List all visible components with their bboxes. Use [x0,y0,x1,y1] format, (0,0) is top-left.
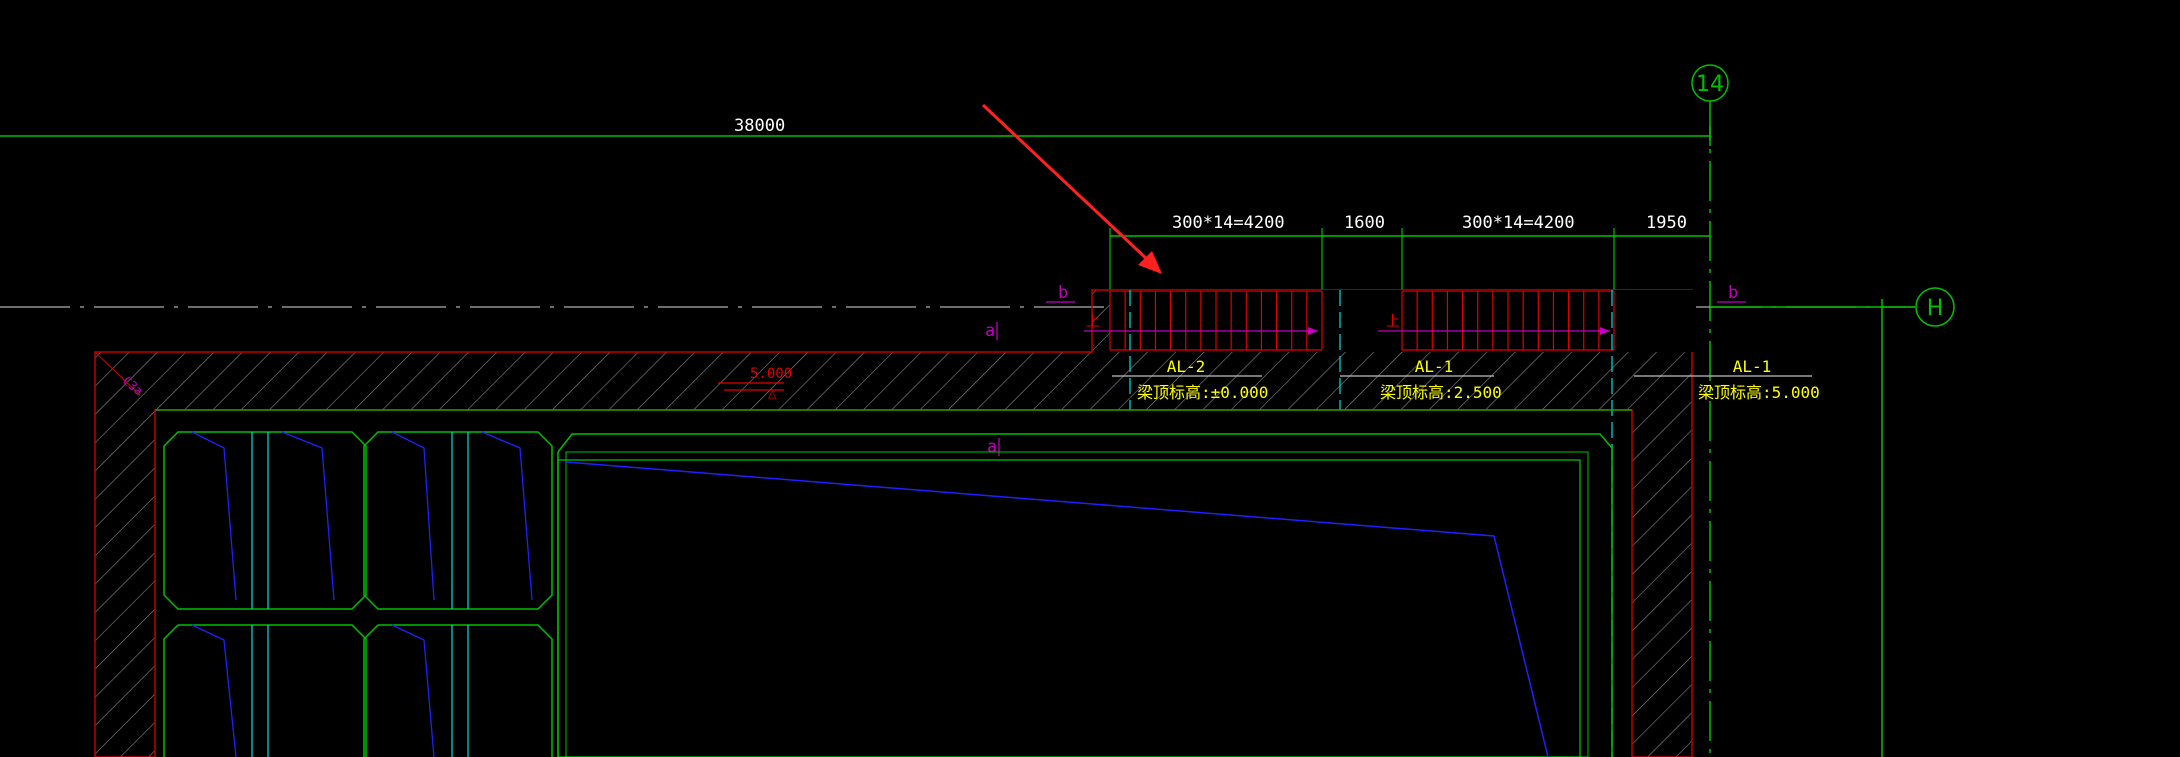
section-mark-a-top: a [985,321,995,341]
beam-elevation-1: 梁顶标高:±0.000 [1137,383,1268,402]
segment-dim-4: 1950 [1646,213,1687,233]
level-value: 5.000 [750,366,792,382]
stair-up-mark-2: 上 [1386,314,1400,330]
section-mark-b-left: b [1058,283,1068,303]
section-mark-a-inner: a [987,437,997,457]
beam-name-1: AL-2 [1167,357,1206,376]
beam-name-2: AL-1 [1415,357,1454,376]
beam-elevation-3: 梁顶标高:5.000 [1698,383,1820,402]
overall-dimension: 38000 [0,116,1711,146]
stair-up-mark-1: 上 [1086,314,1100,330]
beam-name-3: AL-1 [1733,357,1772,376]
beam-elevation-2: 梁顶标高:2.500 [1380,383,1502,402]
grid-axis-14[interactable]: 14 [1691,64,1729,757]
segment-dimensions: 300*14=4200 1600 300*14=4200 1950 [1109,213,1710,290]
inner-structure[interactable] [155,409,1632,757]
section-mark-b-right: b [1728,283,1738,303]
segment-dim-1: 300*14=4200 [1172,213,1285,233]
grid-label-14: 14 [1696,72,1724,97]
level-symbol: △ [768,386,777,402]
segment-dim-3: 300*14=4200 [1462,213,1575,233]
grid-label-h: H [1927,296,1944,321]
red-arrow-annotation [981,103,1162,274]
overall-dimension-text: 38000 [734,116,785,136]
segment-dim-2: 1600 [1344,213,1385,233]
cad-drawing[interactable]: 38000 14 H 300*14=4200 1600 300*14=4200 … [0,0,2180,757]
